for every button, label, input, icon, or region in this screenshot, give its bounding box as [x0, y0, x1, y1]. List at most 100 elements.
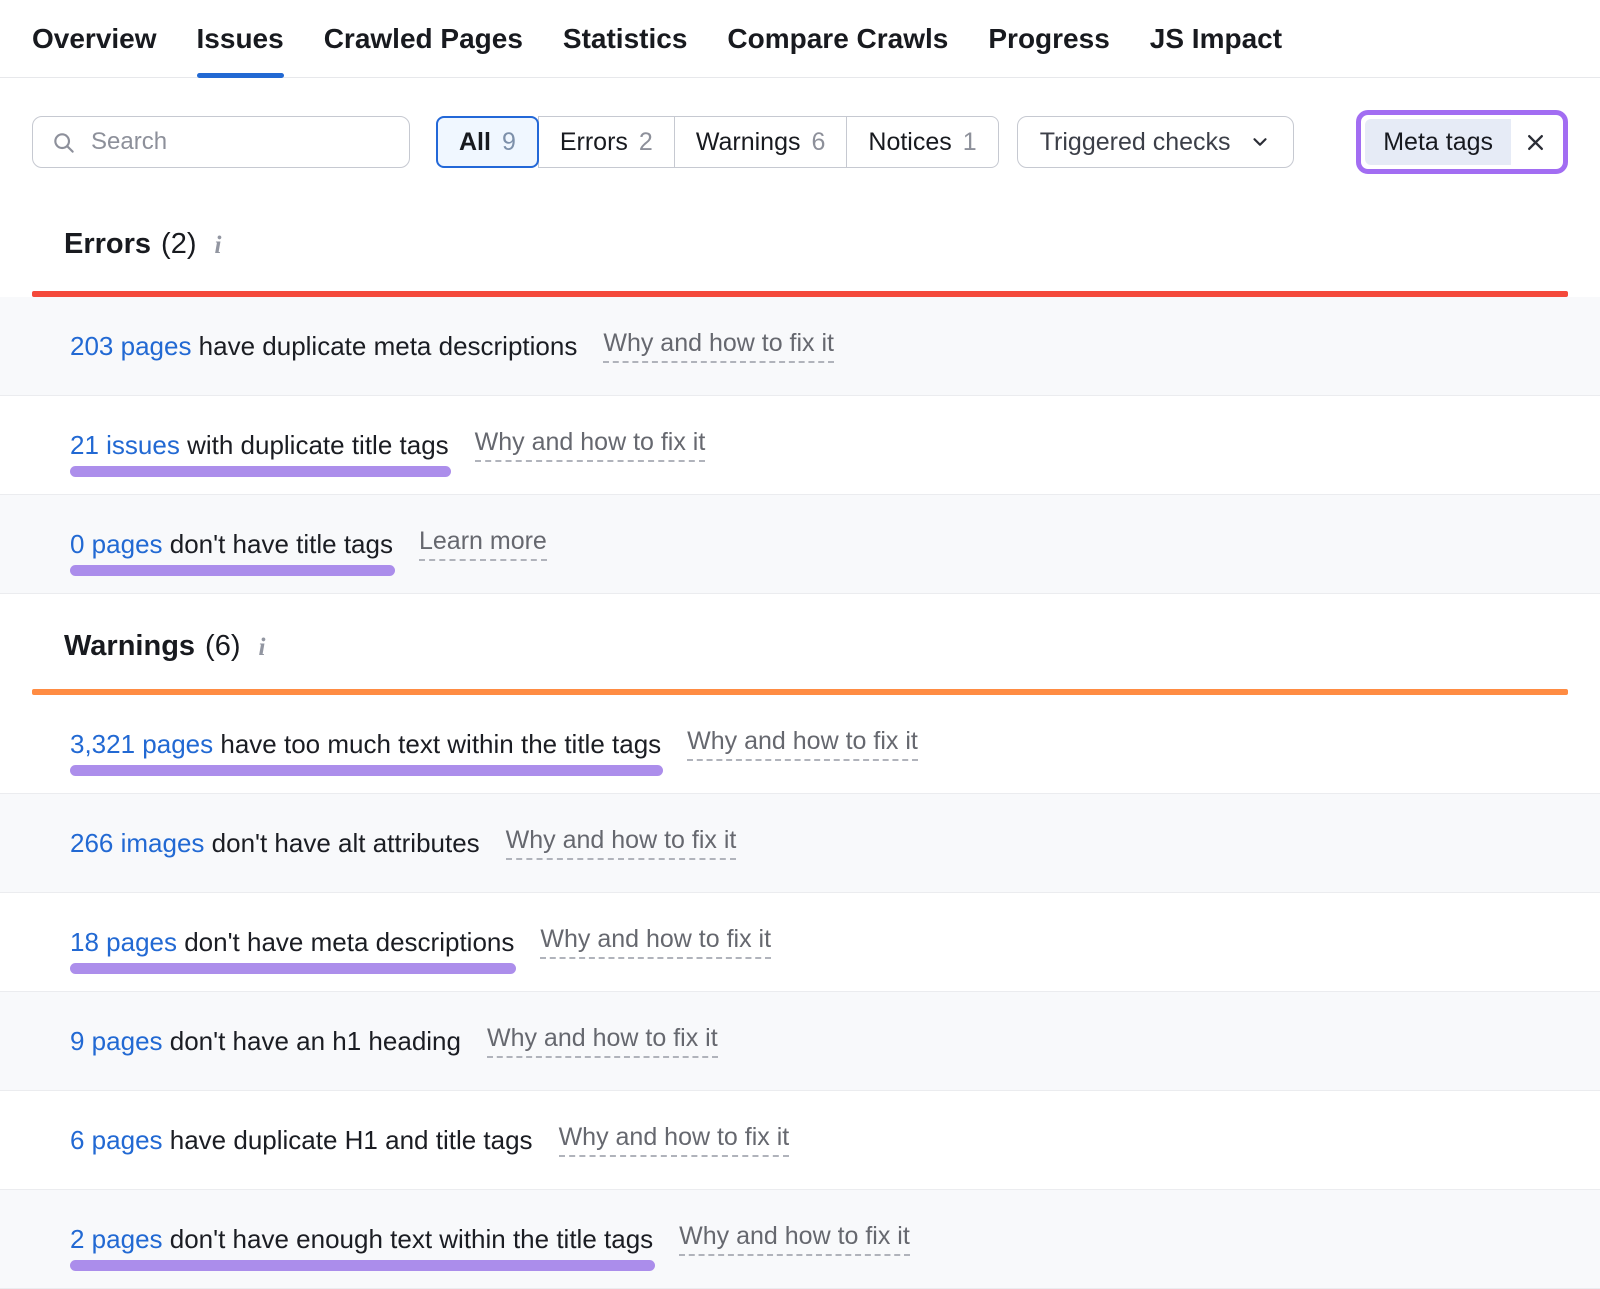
meta-tags-filter-label: Meta tags [1365, 119, 1511, 165]
issue-description: have duplicate H1 and title tags [163, 1125, 533, 1155]
issue-text: 9 pages don't have an h1 heading [70, 1026, 461, 1057]
search-input[interactable] [33, 117, 409, 167]
segment-label: Warnings [696, 128, 801, 157]
issue-description: have duplicate meta descriptions [191, 331, 577, 361]
segment-count: 1 [963, 128, 977, 157]
issue-row: 18 pages don't have meta descriptions Wh… [0, 893, 1600, 992]
issue-row: 9 pages don't have an h1 heading Why and… [0, 992, 1600, 1091]
issue-description: don't have title tags [163, 529, 393, 559]
top-nav: Overview Issues Crawled Pages Statistics… [0, 0, 1600, 78]
issue-text: 3,321 pages have too much text within th… [70, 729, 661, 760]
issue-count-link[interactable]: 203 pages [70, 331, 191, 361]
nav-tab-overview[interactable]: Overview [32, 0, 157, 77]
nav-tab-label: Overview [32, 23, 157, 55]
remove-filter-button[interactable] [1511, 119, 1559, 165]
section-rows: 203 pages have duplicate meta descriptio… [0, 297, 1600, 594]
nav-tab-statistics[interactable]: Statistics [563, 0, 688, 77]
issue-description: don't have meta descriptions [177, 927, 514, 957]
fix-link[interactable]: Why and how to fix it [487, 1024, 718, 1058]
issue-row: 203 pages have duplicate meta descriptio… [0, 297, 1600, 396]
highlight-marker [70, 765, 663, 776]
issue-count-link[interactable]: 21 issues [70, 430, 180, 460]
nav-tab-label: Statistics [563, 23, 688, 55]
issue-row: 21 issues with duplicate title tags Why … [0, 396, 1600, 495]
issue-text: 2 pages don't have enough text within th… [70, 1224, 653, 1255]
highlight-marker [70, 466, 451, 477]
segment-count: 2 [639, 128, 653, 157]
fix-link[interactable]: Why and how to fix it [475, 428, 706, 462]
highlight-marker [70, 1260, 655, 1271]
issue-count-link[interactable]: 2 pages [70, 1224, 163, 1254]
issue-count-link[interactable]: 3,321 pages [70, 729, 213, 759]
section-rows: 3,321 pages have too much text within th… [0, 695, 1600, 1289]
filter-segments: All 9 Errors 2 Warnings 6 Notices 1 [436, 116, 999, 168]
issue-text: 6 pages have duplicate H1 and title tags [70, 1125, 533, 1156]
issue-section-errors: Errors (2) i 203 pages have duplicate me… [0, 174, 1600, 594]
issue-count-link[interactable]: 9 pages [70, 1026, 163, 1056]
triggered-checks-label: Triggered checks [1040, 128, 1231, 157]
nav-tab-label: Compare Crawls [727, 23, 948, 55]
nav-tab-crawled-pages[interactable]: Crawled Pages [324, 0, 523, 77]
filter-segment-errors[interactable]: Errors 2 [538, 116, 675, 168]
issue-text: 21 issues with duplicate title tags [70, 430, 449, 461]
fix-link[interactable]: Learn more [419, 527, 547, 561]
segment-label: Errors [560, 128, 628, 157]
nav-tab-label: Progress [988, 23, 1109, 55]
highlight-marker [70, 963, 516, 974]
issue-text: 266 images don't have alt attributes [70, 828, 480, 859]
meta-tags-filter-chip[interactable]: Meta tags [1365, 119, 1559, 165]
fix-link[interactable]: Why and how to fix it [506, 826, 737, 860]
issues-list: Errors (2) i 203 pages have duplicate me… [0, 174, 1600, 1289]
nav-tab-progress[interactable]: Progress [988, 0, 1109, 77]
fix-link[interactable]: Why and how to fix it [679, 1222, 910, 1256]
fix-link[interactable]: Why and how to fix it [687, 727, 918, 761]
issue-description: with duplicate title tags [180, 430, 449, 460]
issue-section-warnings: Warnings (6) i 3,321 pages have too much… [0, 594, 1600, 1289]
meta-tags-filter-annotation: Meta tags [1356, 110, 1568, 174]
info-icon[interactable]: i [215, 232, 222, 260]
fix-link[interactable]: Why and how to fix it [540, 925, 771, 959]
issue-text: 203 pages have duplicate meta descriptio… [70, 331, 577, 362]
info-icon[interactable]: i [259, 634, 266, 662]
filter-segment-notices[interactable]: Notices 1 [846, 116, 998, 168]
filter-segment-all[interactable]: All 9 [436, 116, 539, 168]
issue-description: have too much text within the title tags [213, 729, 661, 759]
section-title: Errors (2) i [0, 174, 1600, 291]
issue-row: 266 images don't have alt attributes Why… [0, 794, 1600, 893]
issue-count-link[interactable]: 266 images [70, 828, 204, 858]
search-icon [51, 130, 77, 156]
issue-count-link[interactable]: 6 pages [70, 1125, 163, 1155]
nav-tab-label: Crawled Pages [324, 23, 523, 55]
filter-segment-warnings[interactable]: Warnings 6 [674, 116, 848, 168]
issue-row: 6 pages have duplicate H1 and title tags… [0, 1091, 1600, 1190]
nav-tab-compare-crawls[interactable]: Compare Crawls [727, 0, 948, 77]
fix-link[interactable]: Why and how to fix it [603, 329, 834, 363]
nav-tab-js-impact[interactable]: JS Impact [1150, 0, 1282, 77]
issue-text: 0 pages don't have title tags [70, 529, 393, 560]
issue-row: 3,321 pages have too much text within th… [0, 695, 1600, 794]
issue-text: 18 pages don't have meta descriptions [70, 927, 514, 958]
section-title: Warnings (6) i [0, 594, 1600, 689]
section-count: (2) [161, 228, 196, 261]
chevron-down-icon [1249, 131, 1271, 153]
triggered-checks-dropdown[interactable]: Triggered checks [1017, 116, 1294, 168]
segment-label: All [459, 128, 491, 157]
highlight-marker [70, 565, 395, 576]
segment-count: 9 [502, 128, 516, 157]
section-count: (6) [205, 630, 240, 663]
issue-row: 0 pages don't have title tags Learn more [0, 495, 1600, 594]
segment-count: 6 [812, 128, 826, 157]
fix-link[interactable]: Why and how to fix it [559, 1123, 790, 1157]
issue-description: don't have an h1 heading [163, 1026, 461, 1056]
nav-tab-issues[interactable]: Issues [197, 0, 284, 77]
issue-count-link[interactable]: 0 pages [70, 529, 163, 559]
section-title-text: Errors [64, 228, 151, 261]
segment-label: Notices [868, 128, 951, 157]
section-title-text: Warnings [64, 630, 195, 663]
issue-description: don't have alt attributes [204, 828, 479, 858]
close-icon [1525, 132, 1546, 153]
issue-row: 2 pages don't have enough text within th… [0, 1190, 1600, 1289]
search-box[interactable] [32, 116, 410, 168]
nav-tab-label: JS Impact [1150, 23, 1282, 55]
issue-count-link[interactable]: 18 pages [70, 927, 177, 957]
